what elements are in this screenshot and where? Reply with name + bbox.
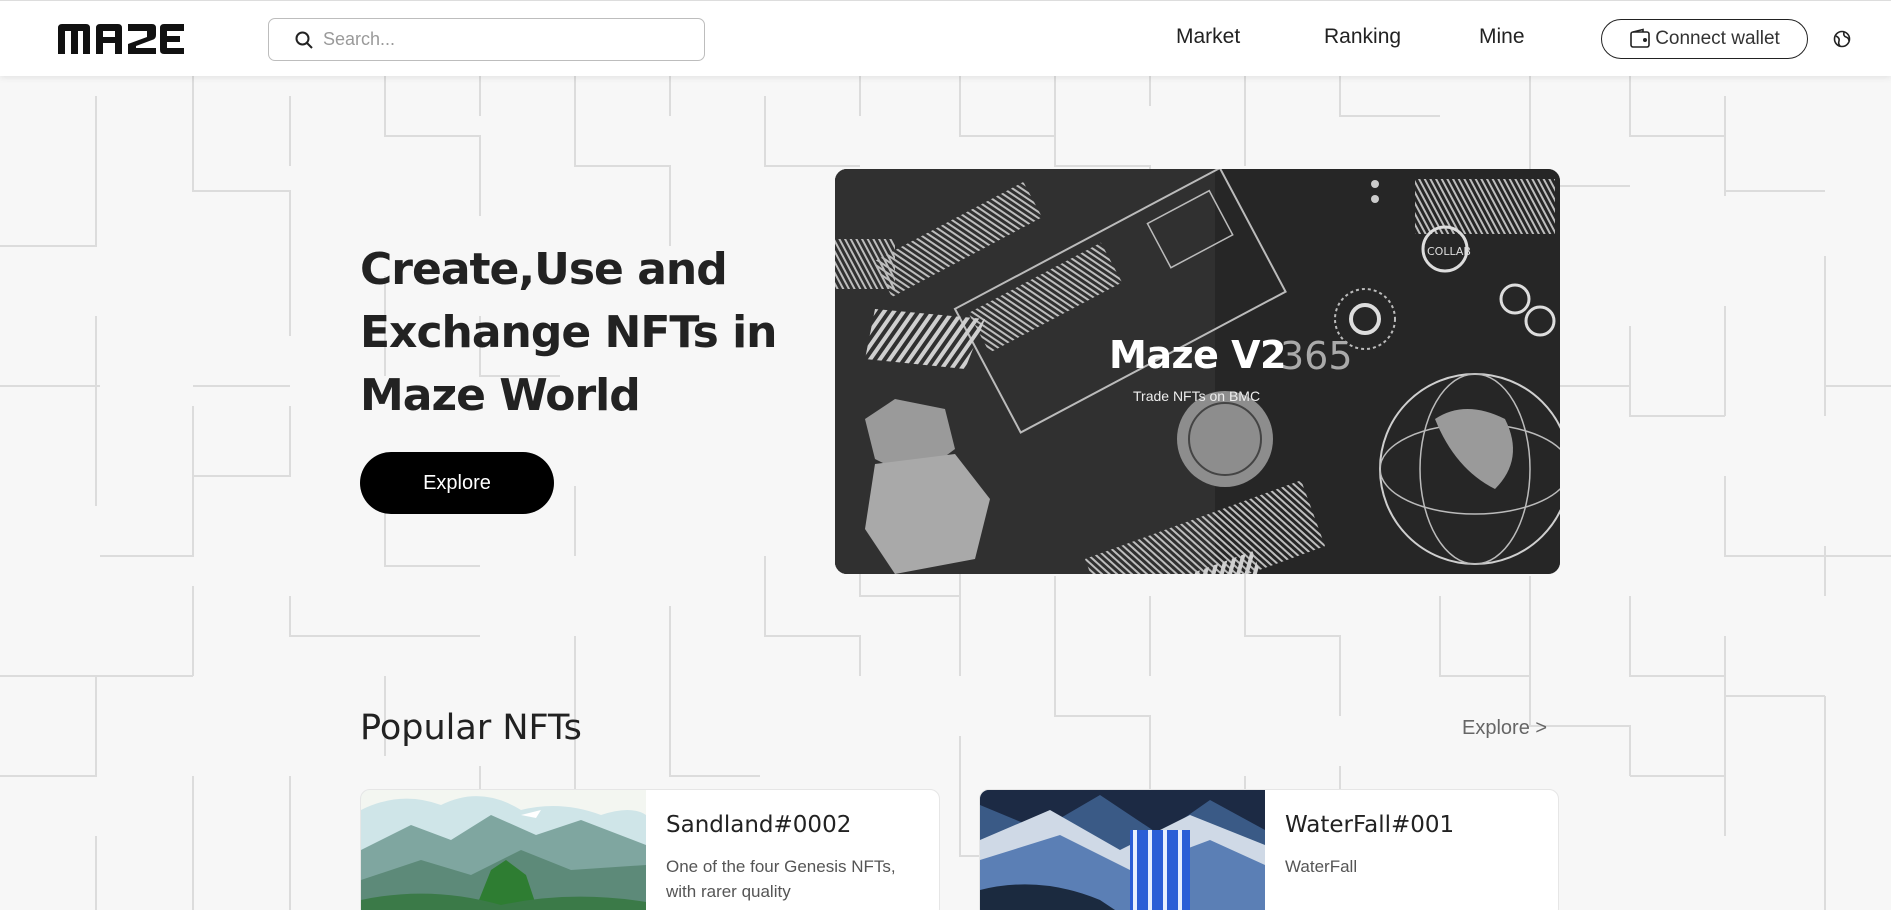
maze-logo[interactable]: [56, 22, 186, 56]
hero-banner[interactable]: COLLAB 365 Maze V2 Trade NFTs on BMC: [835, 169, 1560, 574]
nav-market[interactable]: Market: [1176, 25, 1240, 49]
nft-thumbnail: [980, 790, 1265, 910]
search-box[interactable]: [268, 18, 705, 61]
nft-thumbnail: [361, 790, 646, 910]
nft-card-waterfall[interactable]: WaterFall#001 WaterFall: [979, 789, 1559, 910]
nft-description: WaterFall: [1285, 857, 1358, 876]
globe-icon[interactable]: [1833, 30, 1851, 48]
nav-mine[interactable]: Mine: [1479, 25, 1525, 49]
wallet-icon: [1630, 28, 1650, 48]
hero-explore-button[interactable]: Explore: [360, 452, 554, 514]
top-navbar: Market Ranking Mine Connect wallet: [0, 0, 1891, 76]
nav-ranking[interactable]: Ranking: [1324, 25, 1401, 49]
search-input[interactable]: [323, 29, 703, 50]
svg-text:COLLAB: COLLAB: [1427, 245, 1471, 258]
nft-name: Sandland#0002: [666, 812, 852, 838]
connect-wallet-label: Connect wallet: [1655, 28, 1780, 49]
nft-card-sandland[interactable]: Sandland#0002 One of the four Genesis NF…: [360, 789, 940, 910]
banner-title: Maze V2: [1109, 333, 1286, 377]
popular-explore-link[interactable]: Explore >: [1462, 717, 1547, 740]
popular-nfts-heading: Popular NFTs: [360, 708, 582, 748]
banner-subtitle: Trade NFTs on BMC: [1133, 388, 1261, 404]
hero-headline: Create,Use and Exchange NFTs in Maze Wor…: [360, 244, 777, 421]
search-icon: [295, 31, 313, 49]
connect-wallet-button[interactable]: Connect wallet: [1601, 19, 1808, 59]
nft-description: One of the four Genesis NFTs, with rarer…: [666, 857, 896, 901]
nft-name: WaterFall#001: [1285, 812, 1455, 838]
